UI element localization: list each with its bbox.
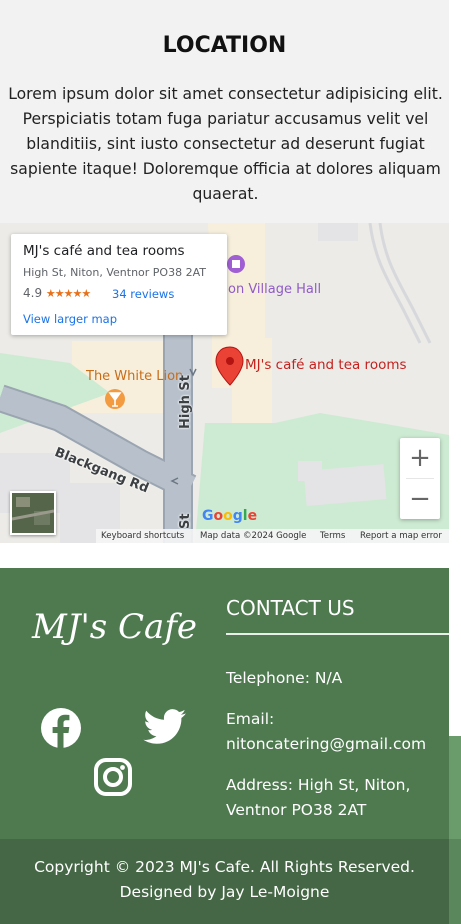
copyright-text: Copyright © 2023 MJ's Cafe. All Rights R… bbox=[34, 858, 415, 876]
page: LOCATION Lorem ipsum dolor sit amet cons… bbox=[0, 0, 449, 924]
satellite-thumbnail-icon bbox=[12, 493, 54, 533]
map-data-text: Map data ©2024 Google bbox=[200, 531, 307, 541]
google-logo-letter: o bbox=[223, 508, 233, 524]
google-logo-letter: g bbox=[232, 508, 243, 524]
view-larger-map-link[interactable]: View larger map bbox=[23, 312, 117, 326]
contact-heading: CONTACT US bbox=[226, 596, 355, 620]
contact-address-line1: Address: High St, Niton, bbox=[226, 776, 411, 794]
zoom-out-button[interactable]: − bbox=[400, 479, 440, 519]
zoom-controls: + − bbox=[400, 438, 440, 519]
instagram-icon[interactable] bbox=[93, 757, 133, 801]
rating-stars-icon: ★★★★★ bbox=[45, 287, 91, 300]
google-logo: Google bbox=[202, 508, 257, 524]
location-section: LOCATION Lorem ipsum dolor sit amet cons… bbox=[0, 0, 449, 223]
road-label-st: St bbox=[178, 513, 193, 529]
keyboard-shortcuts-link[interactable]: Keyboard shortcuts bbox=[101, 529, 184, 543]
designed-by-text: Designed by Jay Le-Moigne bbox=[119, 883, 330, 901]
contact-email-link[interactable]: nitoncatering@gmail.com bbox=[226, 732, 426, 757]
place-name: MJ's café and tea rooms bbox=[23, 243, 185, 259]
map-attribution-bar: Keyboard shortcuts Map data ©2024 Google… bbox=[96, 529, 449, 543]
satellite-toggle-thumbnail[interactable] bbox=[10, 491, 56, 535]
google-logo-letter: o bbox=[213, 508, 224, 524]
contact-divider bbox=[226, 633, 449, 635]
reviews-link[interactable]: 34 reviews bbox=[112, 287, 174, 301]
footer-bottom-bar: Copyright © 2023 MJ's Cafe. All Rights R… bbox=[0, 839, 449, 924]
contact-address-line2: Ventnor PO38 2AT bbox=[226, 801, 367, 819]
report-map-error-link[interactable]: Report a map error bbox=[360, 529, 442, 543]
footer-logo: MJ's Cafe bbox=[32, 607, 198, 647]
poi-village-hall-label[interactable]: on Village Hall bbox=[228, 282, 321, 297]
place-address: High St, Niton, Ventnor PO38 2AT bbox=[23, 266, 206, 279]
place-rating: 4.9 ★★★★★ bbox=[23, 286, 91, 300]
location-heading: LOCATION bbox=[162, 33, 287, 58]
zoom-in-button[interactable]: + bbox=[400, 438, 440, 478]
poi-white-lion-label[interactable]: The White Lion bbox=[86, 369, 183, 384]
contact-telephone: Telephone: N/A bbox=[226, 669, 343, 687]
page-edge-strip-dark bbox=[449, 839, 461, 924]
contact-email-label: Email: bbox=[226, 710, 275, 728]
google-logo-letter: G bbox=[202, 508, 214, 524]
facebook-icon[interactable] bbox=[40, 707, 82, 753]
marker-label[interactable]: MJ's café and tea rooms bbox=[245, 357, 407, 373]
road-label-high-st: High St bbox=[178, 375, 193, 429]
location-description: Lorem ipsum dolor sit amet consectetur a… bbox=[8, 85, 443, 203]
rating-value: 4.9 bbox=[23, 286, 43, 300]
terms-link[interactable]: Terms bbox=[320, 529, 345, 543]
twitter-icon[interactable] bbox=[143, 709, 187, 749]
google-logo-letter: e bbox=[247, 508, 258, 524]
place-info-card: MJ's café and tea rooms High St, Niton, … bbox=[11, 234, 227, 335]
